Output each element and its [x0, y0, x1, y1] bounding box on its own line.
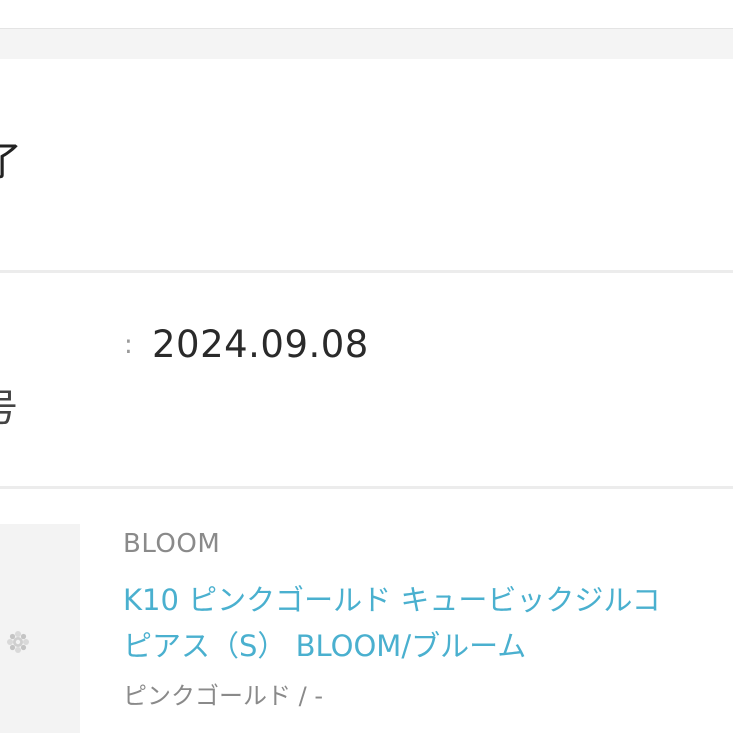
- product-variant: ピンクゴールド / -: [123, 682, 324, 710]
- product-name-line-1: K10 ピンクゴールド キュービックジルコ: [123, 583, 661, 617]
- order-info-section: [0, 273, 733, 486]
- info-separator: :: [124, 330, 133, 360]
- order-date-value: 2024.09.08: [152, 323, 369, 366]
- product-name-link[interactable]: K10 ピンクゴールド キュービックジルコ ピアス（S） BLOOM/ブルーム: [123, 577, 733, 669]
- product-brand: BLOOM: [123, 529, 221, 559]
- order-status-section: [0, 59, 733, 270]
- section-gap: [0, 29, 733, 59]
- order-detail-page: 了 : 2024.09.08 号 BLOOM K10 ピンクゴールド キュービッ…: [0, 0, 733, 733]
- sparkle-earring-icon: [7, 631, 29, 653]
- order-number-label: 号: [0, 386, 18, 430]
- product-name-line-2: ピアス（S） BLOOM/ブルーム: [123, 629, 527, 663]
- top-bar: [0, 0, 733, 29]
- order-status-text: 了: [0, 139, 22, 185]
